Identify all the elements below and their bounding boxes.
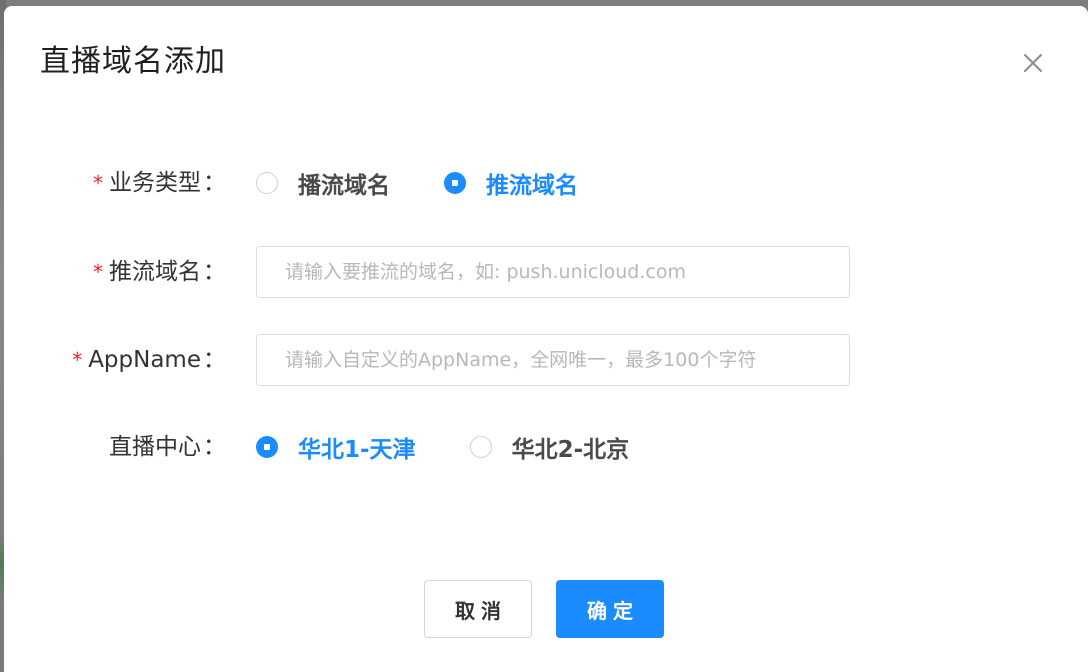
radio-circle-checked[interactable] (256, 436, 278, 458)
radio-label: 华北2-北京 (511, 437, 630, 463)
live-center-row: 直播中心： 华北1-天津 华北2-北京 (4, 420, 1088, 474)
radio-circle-unchecked[interactable] (256, 172, 278, 194)
business-type-label: * 业务类型： (93, 170, 226, 196)
confirm-button[interactable]: 确定 (556, 580, 664, 638)
close-button[interactable] (1016, 46, 1050, 80)
required-star: * (72, 348, 83, 372)
radio-north-china-2-beijing[interactable]: 华北2-北京 (469, 430, 630, 464)
live-center-label: 直播中心： (109, 434, 226, 460)
radio-circle-unchecked[interactable] (469, 436, 492, 458)
radio-north-china-1-tianjin[interactable]: 华北1-天津 (256, 430, 416, 464)
add-live-domain-dialog: 直播域名添加 *业务类型： 播流域名 推流域名 *推流域名： *App (4, 6, 1088, 672)
radio-push-domain[interactable]: 推流域名 (444, 166, 578, 200)
app-name-input[interactable] (256, 334, 850, 386)
push-domain-input[interactable] (256, 246, 850, 298)
required-star: * (93, 171, 103, 195)
radio-label: 华北1-天津 (298, 437, 416, 463)
app-name-label: * AppName： (72, 347, 226, 373)
push-domain-label: * 推流域名： (93, 259, 226, 285)
dialog-title: 直播域名添加 (40, 44, 226, 79)
radio-circle-checked[interactable] (444, 172, 466, 194)
close-icon (1016, 46, 1050, 80)
business-type-radio-group: 播流域名 推流域名 (256, 156, 632, 210)
business-type-row: * 业务类型： 播流域名 推流域名 (4, 156, 1088, 210)
cancel-button[interactable]: 取消 (424, 580, 532, 638)
radio-play-domain[interactable]: 播流域名 (256, 166, 390, 200)
live-center-radio-group: 华北1-天津 华北2-北京 (256, 420, 683, 474)
radio-label: 播流域名 (298, 173, 390, 199)
required-star: * (93, 260, 103, 284)
radio-label: 推流域名 (486, 173, 578, 199)
app-name-row: * AppName： (4, 333, 1088, 387)
push-domain-row: * 推流域名： (4, 245, 1088, 299)
